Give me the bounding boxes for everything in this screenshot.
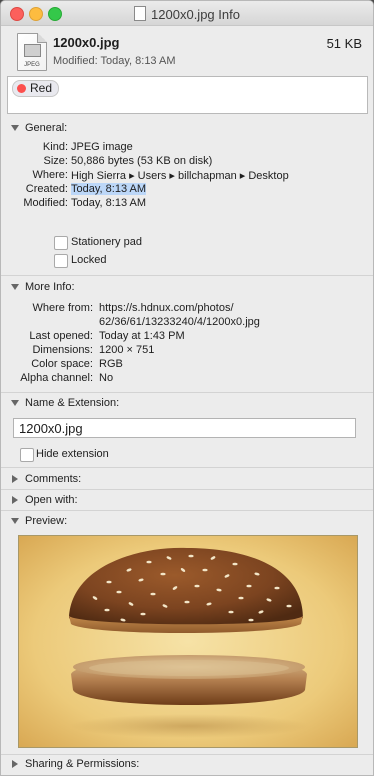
created-value[interactable]: Today, 8:13 AM <box>71 183 147 195</box>
disclosure-open-icon[interactable] <box>11 284 19 290</box>
section-comments-title: Comments: <box>25 473 82 485</box>
info-header: JPEG 1200x0.jpg Modified: Today, 8:13 AM… <box>1 26 373 76</box>
general-row-kind: Kind: JPEG image <box>1 141 373 155</box>
tag-label: Red <box>30 81 53 95</box>
more-info-row-where-from-cont: 62/36/61/13233240/4/1200x0.jpg <box>1 316 373 330</box>
general-row-created: Created: Today, 8:13 AM <box>1 183 373 197</box>
modified-value: Today, 8:13 AM <box>71 197 147 209</box>
where-label: Where: <box>32 169 68 181</box>
section-general-title: General: <box>25 122 68 134</box>
hide-extension-checkbox[interactable] <box>20 448 34 462</box>
last-opened-label: Last opened: <box>29 330 93 342</box>
section-general-toggle[interactable]: General: <box>1 121 373 137</box>
kind-label: Kind: <box>42 141 68 153</box>
section-preview-toggle[interactable]: Preview: <box>1 514 373 530</box>
divider <box>1 392 373 393</box>
file-modified: Modified: Today, 8:13 AM <box>53 55 176 67</box>
disclosure-open-icon[interactable] <box>11 518 19 524</box>
size-label: Size: <box>43 155 68 167</box>
disclosure-closed-icon[interactable] <box>12 496 18 504</box>
stationery-pad-label: Stationery pad <box>71 236 142 248</box>
disclosure-open-icon[interactable] <box>11 400 19 406</box>
created-label: Created: <box>25 183 68 195</box>
section-sharing-permissions-toggle[interactable]: Sharing & Permissions: <box>1 757 373 773</box>
disclosure-closed-icon[interactable] <box>12 760 18 768</box>
divider <box>1 754 373 755</box>
file-size: 51 KB <box>326 36 362 51</box>
section-name-extension-title: Name & Extension: <box>25 397 120 409</box>
section-more-info-title: More Info: <box>25 281 75 293</box>
info-window: 1200x0.jpg Info JPEG 1200x0.jpg Modified… <box>0 0 374 776</box>
tags-field[interactable]: Red <box>7 76 368 114</box>
window-title-text: 1200x0.jpg Info <box>151 7 240 22</box>
where-from-label: Where from: <box>32 302 93 314</box>
divider <box>1 489 373 490</box>
window-title: 1200x0.jpg Info <box>1 6 373 22</box>
section-open-with-title: Open with: <box>25 494 78 506</box>
alpha-channel-label: Alpha channel: <box>20 372 93 384</box>
locked-label: Locked <box>71 254 107 266</box>
color-space-value: RGB <box>99 358 123 370</box>
general-row-where: Where: High Sierra ▸ Users ▸ billchapman… <box>1 169 373 183</box>
modified-label: Modified: <box>23 197 68 209</box>
color-space-label: Color space: <box>31 358 93 370</box>
more-info-row-alpha-channel: Alpha channel: No <box>1 372 373 386</box>
section-open-with-toggle[interactable]: Open with: <box>1 493 373 509</box>
disclosure-closed-icon[interactable] <box>12 475 18 483</box>
alpha-channel-value: No <box>99 372 114 384</box>
jpeg-icon-label: JPEG <box>24 62 40 68</box>
file-name: 1200x0.jpg <box>53 35 120 50</box>
more-info-row-last-opened: Last opened: Today at 1:43 PM <box>1 330 373 344</box>
where-value: High Sierra ▸ Users ▸ billchapman ▸ Desk… <box>71 170 289 182</box>
tag-red[interactable]: Red <box>12 80 60 97</box>
divider <box>1 275 373 276</box>
section-sharing-permissions-title: Sharing & Permissions: <box>25 758 140 770</box>
more-info-row-where-from: Where from: https://s.hdnux.com/photos/ <box>1 302 373 316</box>
dimensions-label: Dimensions: <box>32 344 93 356</box>
general-row-size: Size: 50,886 bytes (53 KB on disk) <box>1 155 373 169</box>
divider <box>1 510 373 511</box>
kind-value: JPEG image <box>71 141 133 153</box>
disclosure-open-icon[interactable] <box>11 125 19 131</box>
preview-image <box>18 535 358 748</box>
general-row-modified: Modified: Today, 8:13 AM <box>1 197 373 211</box>
dimensions-value: 1200 × 751 <box>99 344 155 356</box>
jpeg-file-icon: JPEG <box>17 33 47 71</box>
section-comments-toggle[interactable]: Comments: <box>1 472 373 488</box>
title-bar[interactable]: 1200x0.jpg Info <box>1 1 373 26</box>
last-opened-value: Today at 1:43 PM <box>99 330 185 342</box>
section-name-extension-toggle[interactable]: Name & Extension: <box>1 396 373 412</box>
section-preview-title: Preview: <box>25 515 68 527</box>
section-more-info-toggle[interactable]: More Info: <box>1 280 373 296</box>
where-from-value-line1: https://s.hdnux.com/photos/ <box>99 302 234 314</box>
stationery-pad-checkbox[interactable] <box>54 236 68 250</box>
burger-bun-photo <box>19 536 357 747</box>
more-info-row-color-space: Color space: RGB <box>1 358 373 372</box>
red-tag-dot-icon <box>17 84 26 93</box>
document-icon <box>134 6 147 21</box>
size-value: 50,886 bytes (53 KB on disk) <box>71 155 213 167</box>
divider <box>1 467 373 468</box>
file-name-input[interactable] <box>13 418 356 438</box>
hide-extension-label: Hide extension <box>36 448 109 460</box>
locked-checkbox[interactable] <box>54 254 68 268</box>
where-from-value-line2: 62/36/61/13233240/4/1200x0.jpg <box>99 316 260 328</box>
more-info-row-dimensions: Dimensions: 1200 × 751 <box>1 344 373 358</box>
